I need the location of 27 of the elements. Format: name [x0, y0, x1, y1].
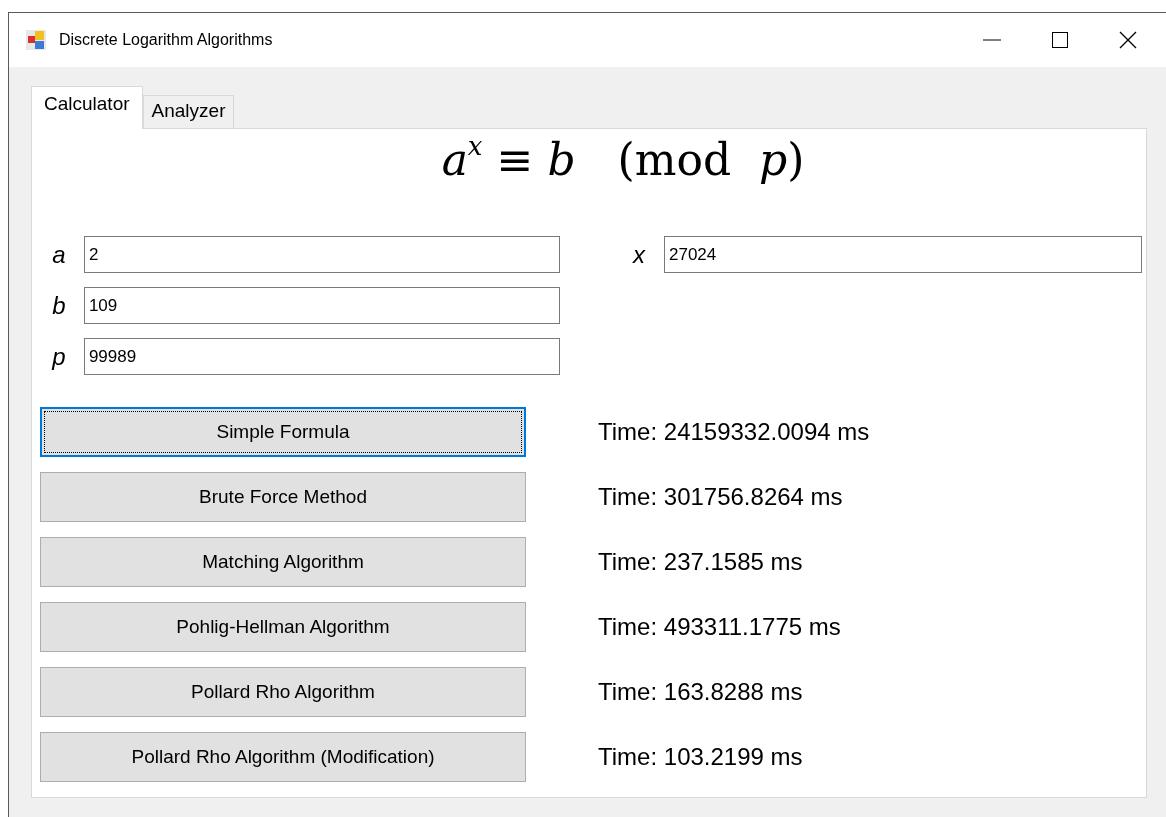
maximize-icon[interactable] [1051, 31, 1069, 49]
field-label: a [51, 240, 67, 269]
method-button[interactable]: Matching Algorithm [40, 537, 526, 587]
result-field[interactable]: 27024 [664, 236, 1142, 273]
field-label: b [51, 291, 67, 320]
time-label: Time: 237.1585 ms [598, 548, 803, 576]
time-label: Time: 24159332.0094 ms [598, 418, 870, 446]
field-label: p [50, 342, 67, 371]
tab[interactable]: Analyzer [142, 95, 235, 128]
time-label: Time: 493311.1775 ms [598, 613, 841, 641]
close-icon[interactable] [1119, 31, 1137, 49]
field-label: x [631, 240, 647, 269]
method-button[interactable]: Pohlig-Hellman Algorithm [40, 602, 526, 652]
tab[interactable]: Calculator [31, 86, 143, 129]
time-label: Time: 163.8288 ms [598, 678, 803, 706]
input-field[interactable]: 2 [83, 236, 560, 273]
method-button[interactable]: Pollard Rho Algorithm (Modification) [40, 732, 526, 782]
window-title: Discrete Logarithm Algorithms [59, 31, 274, 49]
input-field[interactable]: 109 [83, 287, 560, 324]
time-label: Time: 301756.8264 ms [598, 483, 843, 511]
time-label: Time: 103.2199 ms [598, 743, 803, 771]
method-button[interactable]: Brute Force Method [40, 472, 526, 522]
method-button[interactable]: Simple Formula [40, 407, 526, 457]
app-icon [25, 29, 47, 51]
method-button[interactable]: Pollard Rho Algorithm [40, 667, 526, 717]
formula: a$^{x}$ ≡ b (mod p) [440, 131, 806, 187]
input-field[interactable]: 99989 [83, 338, 560, 375]
